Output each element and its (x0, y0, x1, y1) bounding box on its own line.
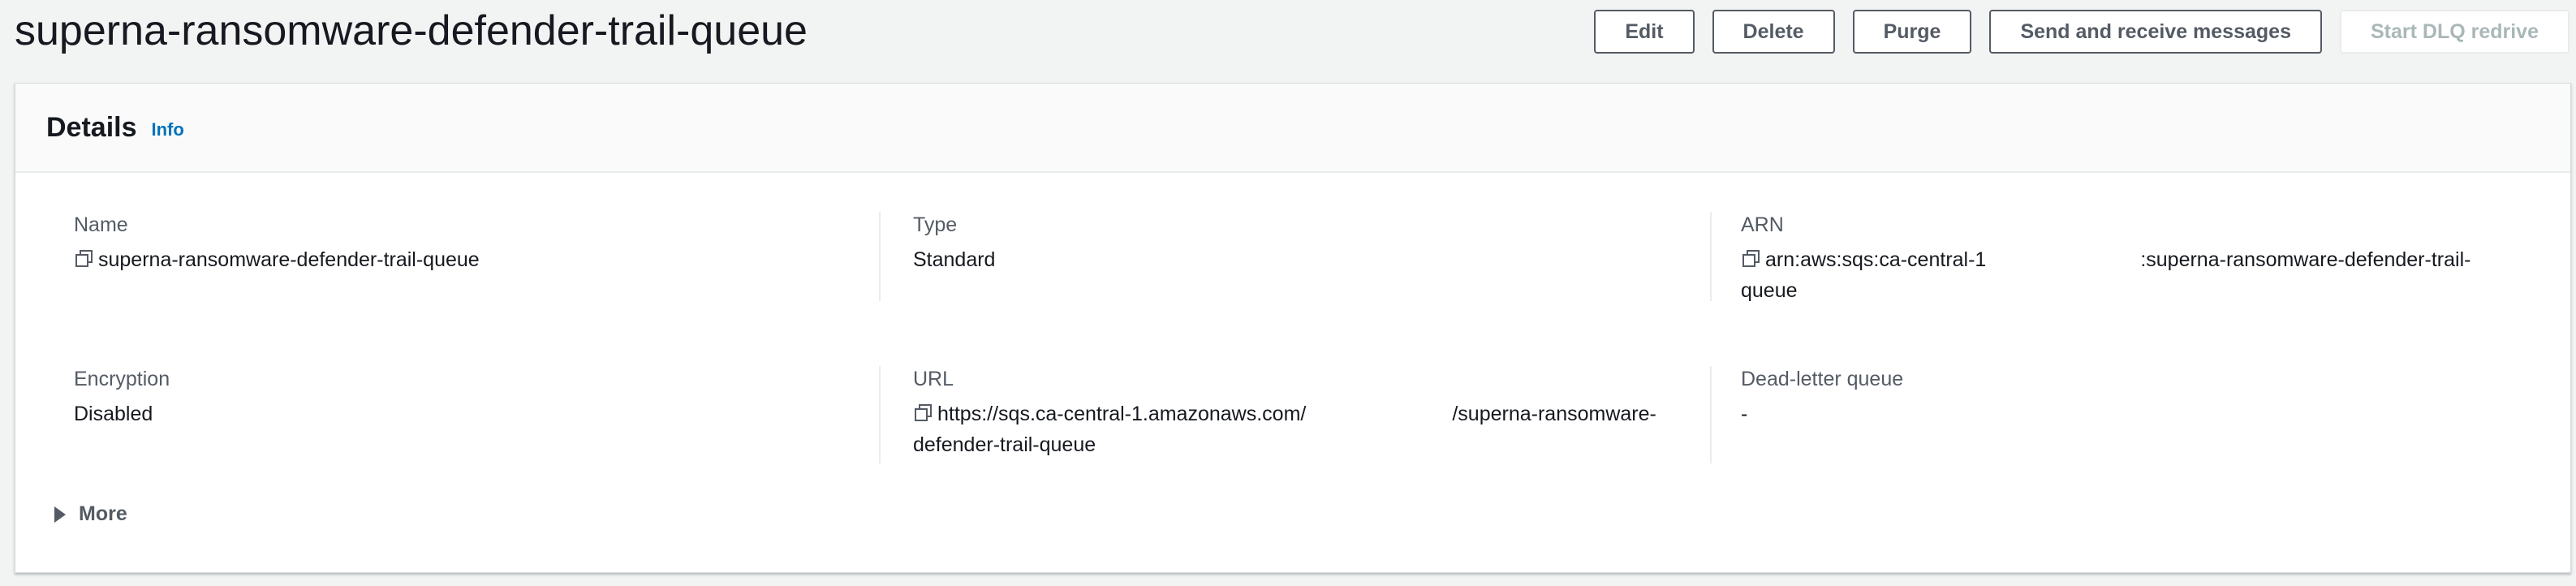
type-label: Type (913, 213, 958, 236)
url-text-part3: defender-trail-queue (913, 433, 1096, 456)
url-value: https://sqs.ca-central-1.amazonaws.com/ /… (913, 399, 1658, 460)
page-title: superna-ransomware-defender-trail-queue (15, 7, 808, 54)
copy-icon[interactable] (74, 248, 95, 269)
details-title: Details (46, 111, 137, 143)
details-panel: Details Info Name superna-ransomware-def… (15, 83, 2571, 573)
delete-button[interactable]: Delete (1712, 10, 1835, 54)
purge-button[interactable]: Purge (1852, 10, 1972, 54)
url-label: URL (913, 368, 954, 390)
name-label: Name (74, 213, 128, 236)
url-field: URL https://sqs.ca-central-1.amazonaws.c… (879, 366, 1658, 463)
dead-letter-queue-value: - (1741, 403, 1748, 425)
info-link[interactable]: Info (152, 119, 184, 140)
url-text-part1: https://sqs.ca-central-1.amazonaws.com/ (937, 403, 1307, 425)
more-expander[interactable]: More (54, 502, 127, 526)
header-actions: Edit Delete Purge Send and receive messa… (1594, 10, 2570, 54)
arn-text-part2: :superna-ransomware-defender-trail- (2140, 248, 2471, 271)
encryption-value: Disabled (74, 403, 153, 425)
arn-label: ARN (1741, 213, 1784, 236)
copy-icon[interactable] (913, 403, 934, 424)
encryption-field: Encryption Disabled (74, 366, 845, 463)
redacted-region (1986, 251, 2141, 271)
copy-icon[interactable] (1741, 248, 1762, 269)
redacted-region (1306, 405, 1453, 425)
dead-letter-queue-field: Dead-letter queue - (1710, 366, 2522, 463)
more-label: More (79, 502, 127, 525)
arn-field: ARN arn:aws:sqs:ca-central-1 :superna-ran… (1710, 212, 2522, 302)
arn-value: arn:aws:sqs:ca-central-1 :superna-ransomw… (1741, 244, 2522, 306)
url-text-part2: /superna-ransomware- (1452, 403, 1656, 425)
edit-button[interactable]: Edit (1594, 10, 1695, 54)
encryption-label: Encryption (74, 368, 170, 390)
name-text: superna-ransomware-defender-trail-queue (98, 248, 480, 271)
type-value: Standard (913, 248, 996, 271)
dead-letter-queue-label: Dead-letter queue (1741, 368, 1904, 390)
type-field: Type Standard (879, 212, 1658, 301)
send-receive-button[interactable]: Send and receive messages (1989, 10, 2322, 54)
name-value: superna-ransomware-defender-trail-queue (74, 244, 845, 275)
arn-text-part1: arn:aws:sqs:ca-central-1 (1765, 248, 1987, 271)
name-field: Name superna-ransomware-defender-trail-q… (74, 212, 845, 301)
caret-right-icon (54, 506, 66, 523)
details-header: Details Info (15, 84, 2570, 173)
arn-text-part3: queue (1741, 279, 1798, 302)
start-dlq-redrive-button[interactable]: Start DLQ redrive (2339, 10, 2570, 54)
